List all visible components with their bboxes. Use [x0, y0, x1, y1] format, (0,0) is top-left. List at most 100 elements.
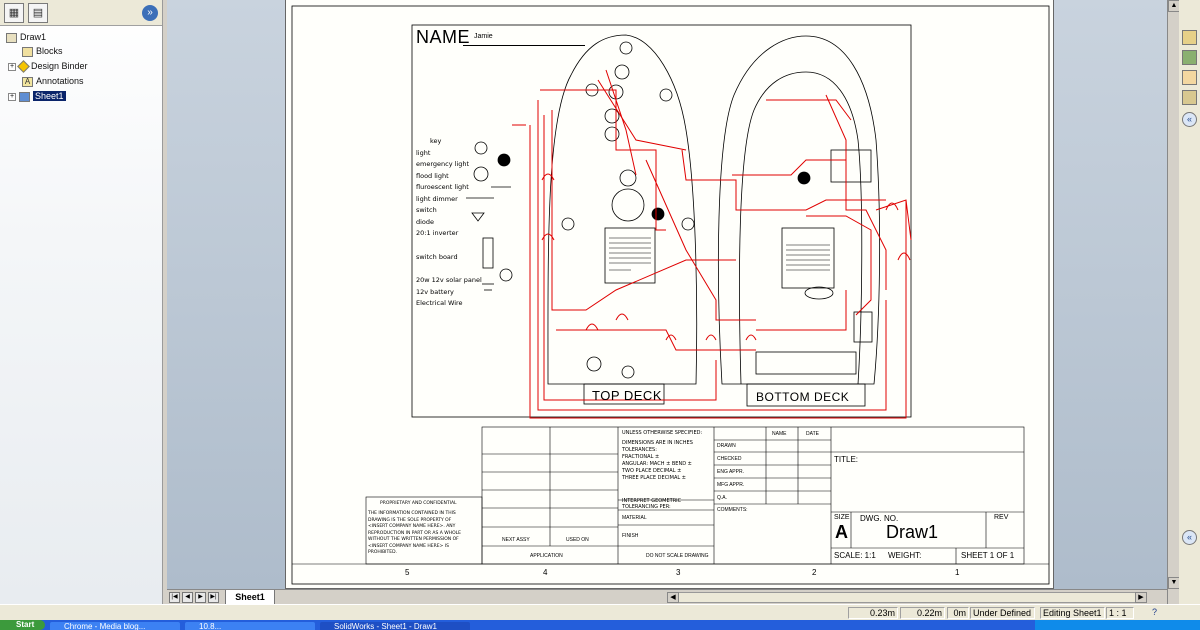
- finish-label: FINISH: [622, 533, 639, 539]
- sheet-icon: [19, 91, 30, 102]
- drawing-view-frame: [411, 24, 912, 418]
- tree-item-blocks[interactable]: Blocks: [22, 44, 63, 58]
- key-item: flood light: [416, 171, 449, 180]
- scroll-left-icon[interactable]: ◀: [667, 592, 679, 603]
- taskbar-item[interactable]: Chrome - Media blog...: [50, 622, 180, 630]
- annotations-icon: A: [22, 76, 33, 87]
- drawn-label: DRAWN: [717, 443, 736, 449]
- tree-item-label: Sheet1: [33, 91, 66, 101]
- view-palette-icon[interactable]: [1182, 90, 1197, 105]
- size-label: SIZE: [834, 514, 850, 521]
- vertical-scrollbar[interactable]: ▲ ▼: [1167, 0, 1180, 604]
- design-binder-icon: [17, 60, 30, 73]
- first-sheet-icon[interactable]: |◀: [169, 592, 180, 603]
- drawing-icon: [6, 32, 17, 43]
- scale-label: SCALE: 1:1: [834, 551, 876, 560]
- system-tray: [1035, 620, 1200, 630]
- status-y: 0.22m: [900, 607, 945, 619]
- proprietary-line: WITHOUT THE WRITTEN PERMISSION OF: [368, 537, 459, 542]
- file-explorer-icon[interactable]: [1182, 70, 1197, 85]
- zone-label: 1: [955, 568, 960, 577]
- next-sheet-icon[interactable]: ▶: [195, 592, 206, 603]
- drawing-canvas[interactable]: NAME Jamie key light emergency light flo…: [167, 0, 1167, 589]
- size-value: A: [835, 522, 848, 542]
- dwg-no-value: Draw1: [886, 522, 939, 542]
- material-label: MATERIAL: [622, 515, 647, 521]
- proprietary-line: PROHIBITED.: [368, 550, 397, 555]
- do-not-scale-label: DO NOT SCALE DRAWING: [646, 553, 709, 559]
- unless-text: UNLESS OTHERWISE SPECIFIED:: [622, 430, 703, 436]
- sheet-tab-bar: |◀ ◀ ▶ ▶| Sheet1 ◀ ▶: [167, 589, 1167, 605]
- sheet-of-label: SHEET 1 OF 1: [961, 551, 1015, 560]
- weight-label: WEIGHT:: [888, 551, 922, 560]
- zone-label: 4: [543, 568, 548, 577]
- collapse-pane-icon[interactable]: «: [1182, 112, 1197, 127]
- top-deck-table: [611, 188, 645, 222]
- proprietary-line: <INSERT COMPANY NAME HERE>. ANY: [368, 524, 456, 529]
- sheet1-tab[interactable]: Sheet1: [225, 590, 275, 605]
- bottom-deck-label: BOTTOM DECK: [756, 390, 850, 404]
- tree-item-design-binder[interactable]: + Design Binder: [8, 59, 88, 73]
- taskbar-item[interactable]: SolidWorks - Sheet1 - Draw1: [320, 622, 470, 630]
- date-column-header: DATE: [806, 431, 819, 437]
- resources-icon[interactable]: [1182, 30, 1197, 45]
- tolerance-block: UNLESS OTHERWISE SPECIFIED: DIMENSIONS A…: [622, 430, 702, 482]
- checked-label: CHECKED: [717, 456, 742, 462]
- zone-label: 2: [812, 568, 817, 577]
- windows-taskbar: Start Chrome - Media blog... 10.8... Sol…: [0, 620, 1200, 630]
- status-state: Under Defined: [970, 607, 1035, 619]
- horizontal-scrollbar[interactable]: ◀ ▶: [667, 592, 1147, 603]
- inverter-box: [853, 311, 873, 343]
- help-icon[interactable]: ?: [1150, 607, 1164, 619]
- tree-item-sheet1[interactable]: + Sheet1: [8, 89, 66, 103]
- key-emergency-light-symbol: [497, 153, 511, 167]
- status-scale[interactable]: 1 : 1: [1106, 607, 1134, 619]
- drawing-sheet[interactable]: NAME Jamie key light emergency light flo…: [285, 0, 1054, 589]
- feature-manager-tab-icon[interactable]: ▦: [4, 3, 24, 23]
- next-assy-label: NEXT ASSY: [502, 537, 530, 543]
- expand-pane-icon[interactable]: «: [1182, 530, 1197, 545]
- design-library-icon[interactable]: [1182, 50, 1197, 65]
- key-item: Electrical Wire: [416, 299, 463, 307]
- key-item: 20:1 inverter: [416, 229, 459, 237]
- key-item: fluroescent light: [416, 183, 469, 191]
- mfg-appr-label: MFG APPR.: [717, 482, 745, 488]
- last-sheet-icon[interactable]: ▶|: [208, 592, 219, 603]
- property-manager-tab-icon[interactable]: ▤: [28, 3, 48, 23]
- key-legend: key light emergency light flood light fl…: [416, 136, 482, 310]
- eng-appr-label: ENG APPR.: [717, 469, 744, 475]
- tree-item-label: Blocks: [36, 46, 63, 56]
- tree-root-label: Draw1: [20, 32, 47, 42]
- start-button[interactable]: Start: [0, 620, 45, 630]
- bottom-deck-sink: [804, 286, 834, 300]
- status-x: 0.23m: [848, 607, 898, 619]
- used-on-label: USED ON: [566, 537, 589, 543]
- tolerance-text: TOLERANCES:: [622, 447, 657, 453]
- tree-root[interactable]: Draw1: [6, 30, 46, 44]
- tolerance-text: TWO PLACE DECIMAL ±: [622, 468, 682, 474]
- key-item: 20w 12v solar panel: [416, 276, 482, 284]
- expand-icon[interactable]: +: [8, 62, 16, 71]
- tree-item-label: Design Binder: [31, 61, 88, 71]
- top-deck-bed: [604, 227, 656, 284]
- key-item: diode: [416, 217, 435, 226]
- key-item: emergency light: [416, 160, 470, 168]
- comments-label: COMMENTS:: [717, 507, 748, 513]
- key-item: 12v battery: [416, 287, 454, 296]
- key-item: switch board: [416, 252, 458, 261]
- top-deck-label: TOP DECK: [592, 388, 662, 403]
- title-block-frame: [481, 426, 1025, 565]
- tree-item-annotations[interactable]: A Annotations: [22, 74, 84, 88]
- expand-panel-icon[interactable]: »: [142, 5, 158, 21]
- prev-sheet-icon[interactable]: ◀: [182, 592, 193, 603]
- tolerance-text: THREE PLACE DECIMAL ±: [622, 475, 686, 481]
- switch-board-box: [830, 149, 872, 183]
- key-solar-panel-symbol: [499, 268, 513, 282]
- scroll-right-icon[interactable]: ▶: [1135, 592, 1147, 603]
- bottom-deck-bed: [781, 227, 835, 289]
- taskbar-item[interactable]: 10.8...: [185, 622, 315, 630]
- rev-label: REV: [994, 514, 1009, 521]
- proprietary-title: PROPRIETARY AND CONFIDENTIAL: [380, 501, 457, 506]
- expand-icon[interactable]: +: [8, 92, 16, 101]
- top-deck-hull-outline: [547, 34, 698, 385]
